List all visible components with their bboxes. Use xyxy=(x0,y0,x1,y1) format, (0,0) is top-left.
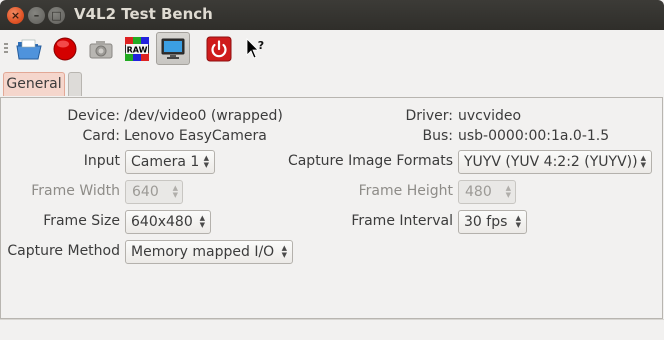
window-minimize-button[interactable]: – xyxy=(28,7,45,24)
svg-text:?: ? xyxy=(258,39,264,52)
device-value: /dev/video0 (wrapped) xyxy=(124,108,283,124)
bus-value: usb-0000:00:1a.0-1.5 xyxy=(458,128,610,144)
driver-value: uvcvideo xyxy=(458,108,522,124)
frame-interval-combo[interactable]: 30 fps ▲ ▼ xyxy=(458,210,527,234)
power-icon xyxy=(206,36,232,61)
input-label: Input xyxy=(83,153,120,169)
whats-this-button[interactable]: ? xyxy=(238,32,272,65)
window-close-button[interactable]: × xyxy=(7,7,24,24)
frame-interval-value: 30 fps xyxy=(464,214,508,230)
start-capture-button[interactable] xyxy=(48,32,82,65)
card-label: Card: xyxy=(82,128,120,144)
frame-width-value: 640 xyxy=(132,184,159,200)
input-combo-value: Camera 1 xyxy=(131,154,200,170)
capture-formats-label: Capture Image Formats xyxy=(287,153,453,169)
capture-method-combo[interactable]: Memory mapped I/O ▲ ▼ xyxy=(125,240,293,264)
toolbar-grip[interactable] xyxy=(4,43,8,55)
display-icon xyxy=(161,38,185,59)
capture-method-label: Capture Method xyxy=(7,243,120,259)
raw-capture-button[interactable]: RAW xyxy=(120,32,154,65)
raw-icon: RAW xyxy=(125,36,149,61)
show-frames-button[interactable] xyxy=(156,32,190,65)
updown-arrows-icon: ▲ ▼ xyxy=(640,154,646,169)
status-bar xyxy=(0,319,664,340)
svg-text:RAW: RAW xyxy=(127,45,148,54)
window-title: V4L2 Test Bench xyxy=(74,5,213,23)
updown-arrows-icon: ▲ ▼ xyxy=(199,214,205,229)
updown-arrows-icon: ▲ ▼ xyxy=(203,154,209,169)
frame-height-label: Frame Height xyxy=(358,183,453,199)
spin-arrows-icon: ▲ ▼ xyxy=(172,184,178,199)
frame-width-label: Frame Width xyxy=(31,183,120,199)
bus-label: Bus: xyxy=(422,128,454,144)
capture-formats-value: YUYV (YUV 4:2:2 (YUYV)) xyxy=(464,154,638,170)
tab-empty[interactable] xyxy=(68,72,82,96)
record-icon xyxy=(53,37,77,60)
whats-this-icon: ? xyxy=(246,37,264,59)
device-label: Device: xyxy=(67,108,120,124)
tab-general[interactable]: General xyxy=(3,72,65,96)
capture-method-value: Memory mapped I/O xyxy=(131,244,275,260)
updown-arrows-icon: ▲ ▼ xyxy=(281,244,287,259)
spin-arrows-icon: ▲ ▼ xyxy=(505,184,511,199)
tab-general-label: General xyxy=(6,76,62,92)
frame-height-value: 480 xyxy=(465,184,492,200)
frame-size-value: 640x480 xyxy=(131,214,193,230)
frame-width-spinbox: 640 ▲ ▼ xyxy=(125,180,183,204)
frame-height-spinbox: 480 ▲ ▼ xyxy=(458,180,516,204)
title-bar: × – □ V4L2 Test Bench xyxy=(0,0,664,30)
snapshot-button[interactable] xyxy=(84,32,118,65)
input-combo[interactable]: Camera 1 ▲ ▼ xyxy=(125,150,215,174)
frame-size-label: Frame Size xyxy=(43,213,120,229)
toolbar: RAW ? xyxy=(0,30,664,68)
camera-icon xyxy=(89,40,113,58)
window-maximize-button[interactable]: □ xyxy=(48,7,65,24)
frame-size-combo[interactable]: 640x480 ▲ ▼ xyxy=(125,210,211,234)
open-device-button[interactable] xyxy=(12,32,46,65)
folder-open-icon xyxy=(16,39,42,59)
capture-formats-combo[interactable]: YUYV (YUV 4:2:2 (YUYV)) ▲ ▼ xyxy=(458,150,652,174)
quit-button[interactable] xyxy=(202,32,236,65)
card-value: Lenovo EasyCamera xyxy=(124,128,267,144)
updown-arrows-icon: ▲ ▼ xyxy=(515,214,521,229)
frame-interval-label: Frame Interval xyxy=(351,213,453,229)
driver-label: Driver: xyxy=(405,108,453,124)
